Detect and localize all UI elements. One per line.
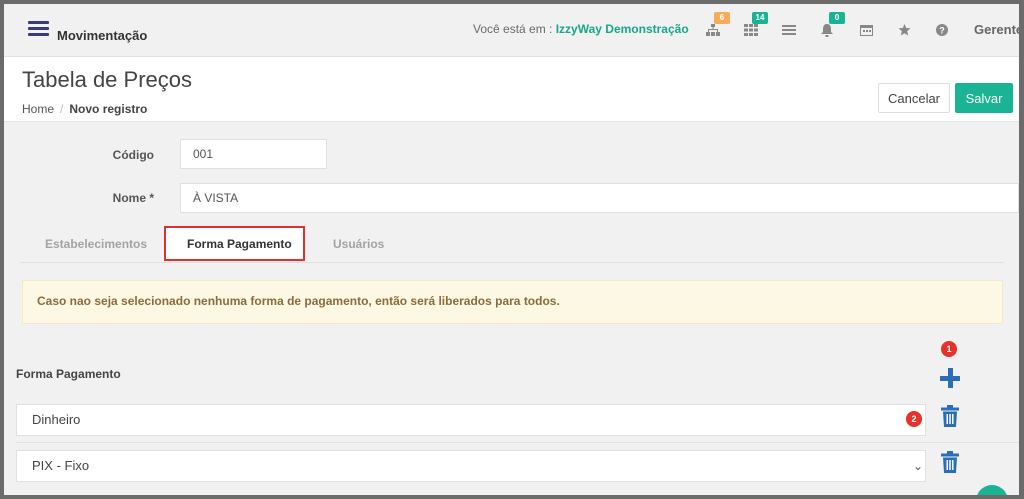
bell-badge: 0 [829,12,845,24]
list-icon[interactable] [780,18,802,40]
tab-usuarios[interactable]: Usuários [333,237,384,251]
grid-icon[interactable]: 14 [742,12,768,40]
bell-icon[interactable]: 0 [819,12,845,40]
user-menu[interactable]: Gerente [974,22,1019,37]
breadcrumb-separator: / [60,102,64,116]
payment-row-value: PIX - Fixo [32,458,90,473]
tab-estabelecimentos[interactable]: Estabelecimentos [45,237,147,251]
payment-row-select[interactable]: PIX - Fixo ⌄ [16,450,926,482]
sitemap-badge: 6 [714,12,730,24]
annotation-marker-1: 1 [941,341,957,357]
info-alert: Caso nao seja selecionado nenhuma forma … [22,280,1003,324]
breadcrumb-current: Novo registro [69,102,148,116]
app-window: Movimentação Você está em : IzzyWay Demo… [4,4,1019,495]
cancel-button[interactable]: Cancelar [878,83,950,113]
save-button[interactable]: Salvar [955,83,1013,113]
star-icon[interactable] [896,18,918,40]
sitemap-icon[interactable]: 6 [704,12,730,40]
calendar-icon[interactable] [858,18,880,40]
nome-input[interactable]: À VISTA [180,183,1019,213]
payment-row-value: Dinheiro [32,412,81,427]
hamburger-menu-icon[interactable] [28,21,49,37]
codigo-label: Código [112,148,154,162]
location-name[interactable]: IzzyWay Demonstração [556,22,689,36]
trash-icon[interactable] [941,405,959,427]
breadcrumb-home[interactable]: Home [22,102,54,116]
help-icon[interactable]: ? [934,18,956,40]
tab-bar: Estabelecimentos Forma Pagamento Usuário… [20,229,1004,263]
trash-icon[interactable] [941,451,959,473]
add-payment-icon[interactable] [940,368,960,388]
svg-text:?: ? [939,26,945,36]
current-location: Você está em : IzzyWay Demonstração [473,22,689,36]
page-title: Tabela de Preços [22,67,192,92]
page-header: Tabela de Preços Home / Novo registro Canc… [4,57,1019,122]
nome-label: Nome * [112,191,154,205]
codigo-input[interactable]: 001 [180,139,327,169]
location-prefix: Você está em : [473,22,556,36]
row-divider [16,442,1019,443]
payment-row-input[interactable]: Dinheiro [16,404,926,436]
annotation-marker-2: 2 [906,411,922,427]
floating-chat-button[interactable] [976,485,1008,495]
breadcrumb: Home / Novo registro [22,102,147,116]
grid-badge: 14 [752,12,768,24]
top-navbar: Movimentação Você está em : IzzyWay Demo… [4,4,1019,57]
tab-forma-pagamento[interactable]: Forma Pagamento [187,237,292,251]
chevron-down-icon: ⌄ [912,459,923,473]
app-brand: Movimentação [57,28,148,43]
forma-pagamento-label: Forma Pagamento [16,367,121,381]
